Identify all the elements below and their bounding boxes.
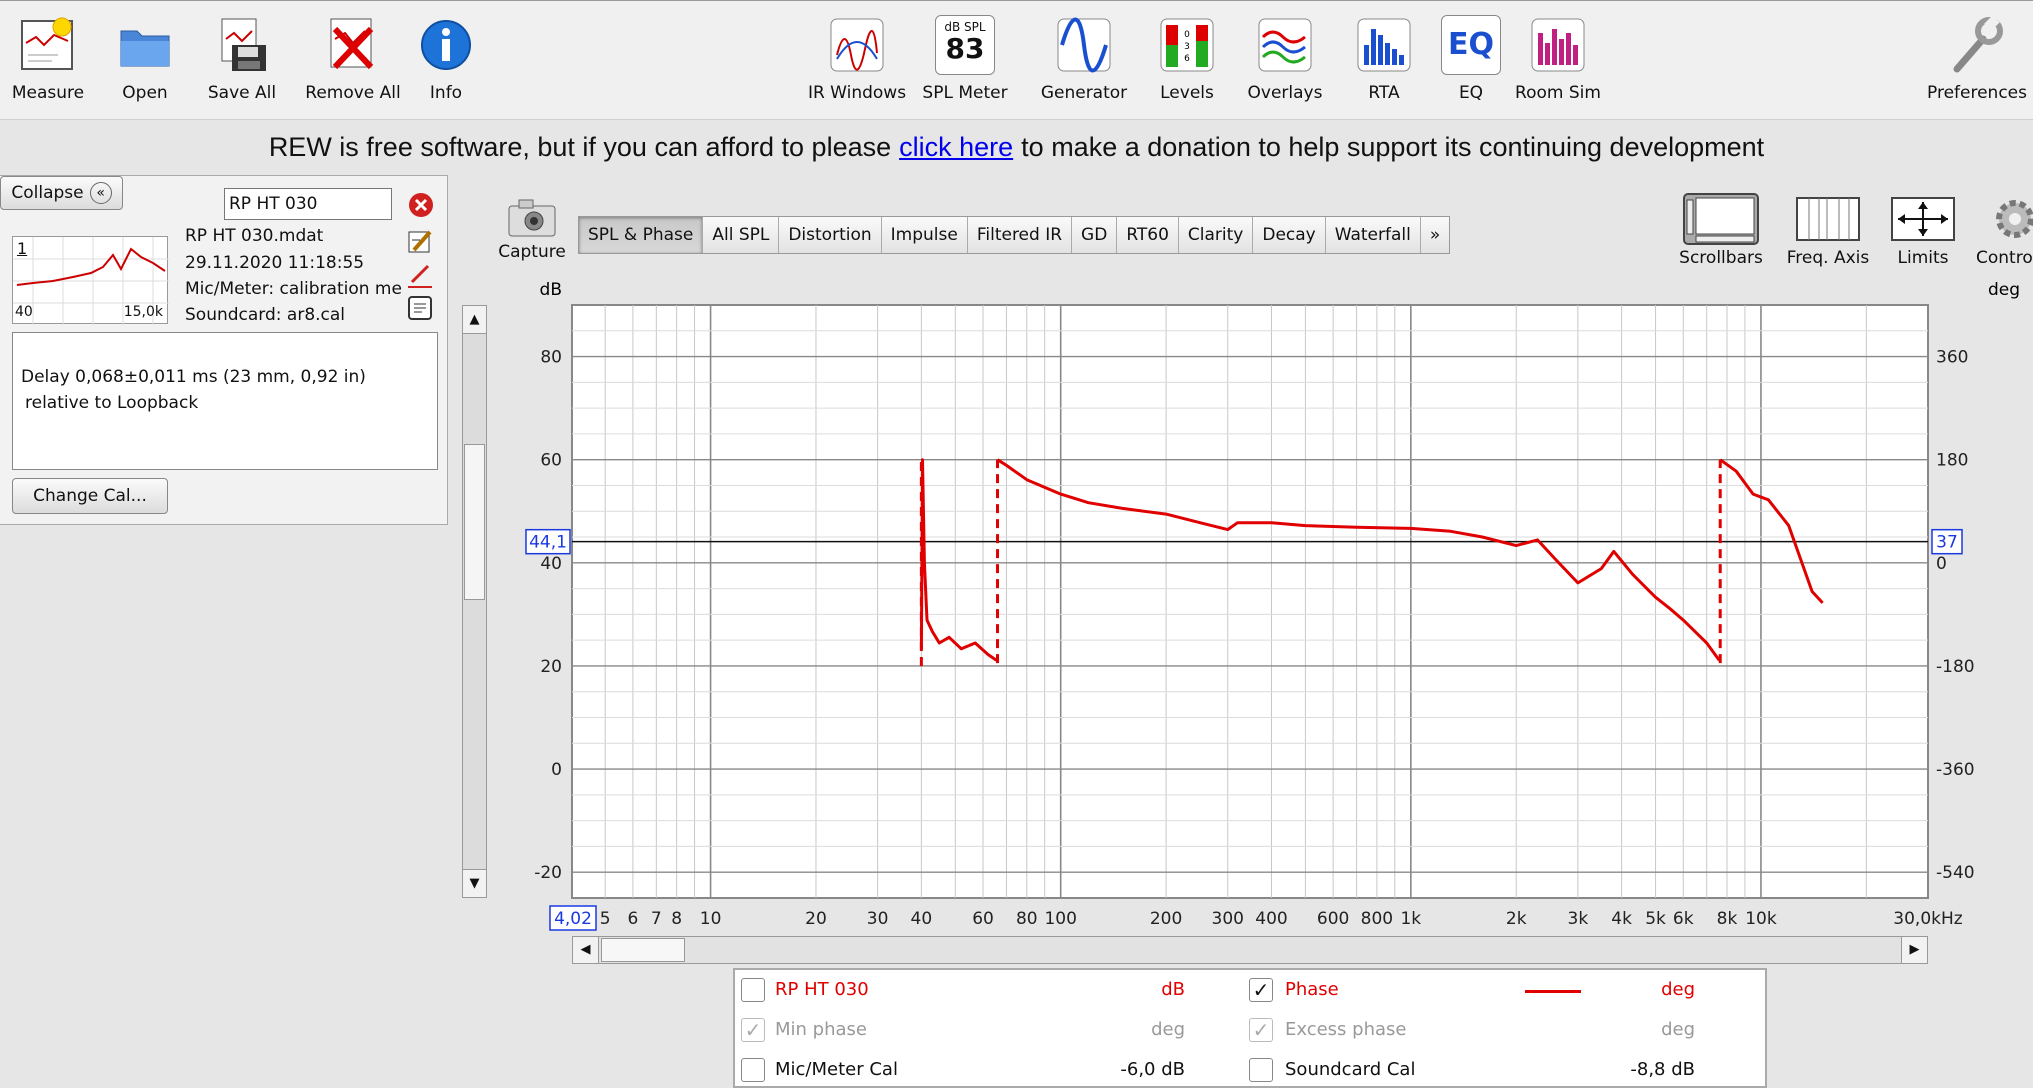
x-tick-label: 600 bbox=[1317, 909, 1349, 929]
horizontal-scrollbar[interactable]: ◀ ▶ bbox=[572, 936, 1928, 964]
legend-unit-left: deg bbox=[1151, 1019, 1185, 1040]
legend-checkbox-left[interactable]: ✓ bbox=[741, 1018, 765, 1042]
legend-unit-left: -6,0 dB bbox=[1120, 1059, 1185, 1080]
x-tick-label: 5k bbox=[1645, 909, 1666, 929]
x-tick-label: 30 bbox=[867, 909, 889, 929]
legend-checkbox-right[interactable]: ✓ bbox=[1249, 978, 1273, 1002]
legend-label-right: Excess phase bbox=[1285, 1019, 1407, 1040]
x-tick-label: 6k bbox=[1673, 909, 1694, 929]
y-tick-label: 40 bbox=[540, 554, 562, 574]
legend-unit-right: -8,8 dB bbox=[1630, 1059, 1695, 1080]
x-tick-label: 10 bbox=[700, 909, 722, 929]
spl-phase-chart[interactable]: dB deg 806040200-203601800-180-360-5405 6… bbox=[0, 0, 2033, 1088]
y2-tick-label: 180 bbox=[1936, 451, 1968, 471]
legend-label-right: Soundcard Cal bbox=[1285, 1059, 1416, 1080]
x-tick-label: 800 bbox=[1361, 909, 1393, 929]
legend-unit-right: deg bbox=[1661, 1019, 1695, 1040]
legend-label-left: Mic/Meter Cal bbox=[775, 1059, 898, 1080]
y2-axis-label: deg bbox=[1988, 280, 2020, 300]
x-tick-label: 3k bbox=[1568, 909, 1589, 929]
x-tick-label: 80 bbox=[1016, 909, 1038, 929]
x-tick-label: 5 bbox=[600, 909, 611, 929]
x-tick-label: 30,0kHz bbox=[1893, 909, 1962, 929]
cursor-y2-label: 37 bbox=[1936, 533, 1958, 553]
y-axis-label: dB bbox=[540, 280, 562, 300]
plot-area[interactable] bbox=[571, 304, 1929, 899]
scroll-right-arrow[interactable]: ▶ bbox=[1901, 937, 1927, 963]
legend-checkbox-right[interactable]: ✓ bbox=[1249, 1018, 1273, 1042]
y2-tick-label: 360 bbox=[1936, 348, 1968, 368]
y-tick-label: -20 bbox=[534, 863, 562, 883]
legend-checkbox-left[interactable] bbox=[741, 978, 765, 1002]
y-tick-label: 80 bbox=[540, 348, 562, 368]
scroll-left-arrow[interactable]: ◀ bbox=[573, 937, 599, 963]
x-tick-label: 7 bbox=[651, 909, 662, 929]
x-tick-label: 10k bbox=[1745, 909, 1777, 929]
phase-line-swatch bbox=[1525, 990, 1581, 993]
x-tick-label: 60 bbox=[972, 909, 994, 929]
legend-label-right: Phase bbox=[1285, 979, 1339, 1000]
y-tick-label: 20 bbox=[540, 657, 562, 677]
x-tick-label: 8 bbox=[671, 909, 682, 929]
x-tick-label: 8k bbox=[1717, 909, 1738, 929]
cursor-y-label: 44,1 bbox=[529, 533, 567, 553]
x-tick-label: 100 bbox=[1044, 909, 1076, 929]
legend-unit-left: dB bbox=[1161, 979, 1185, 1000]
legend-checkbox-left[interactable] bbox=[741, 1058, 765, 1082]
legend-checkbox-right[interactable] bbox=[1249, 1058, 1273, 1082]
legend-label-left: Min phase bbox=[775, 1019, 867, 1040]
legend-label-left: RP HT 030 bbox=[775, 979, 869, 1000]
x-tick-label: 300 bbox=[1212, 909, 1244, 929]
y2-tick-label: -360 bbox=[1936, 760, 1975, 780]
trace-legend: RP HT 030 dB ✓ Phase deg ✓ Min phase deg ✓ Excess… bbox=[733, 968, 1767, 1088]
x-tick-label: 4k bbox=[1611, 909, 1632, 929]
legend-unit-right: deg bbox=[1661, 979, 1695, 1000]
x-tick-label: 6 bbox=[627, 909, 638, 929]
x-tick-label: 20 bbox=[805, 909, 827, 929]
x-tick-label: 1k bbox=[1400, 909, 1421, 929]
x-tick-label: 200 bbox=[1150, 909, 1182, 929]
y-tick-label: 0 bbox=[551, 760, 562, 780]
x-start-label: 4,02 bbox=[554, 909, 592, 929]
x-tick-label: 400 bbox=[1255, 909, 1287, 929]
hscroll-thumb[interactable] bbox=[601, 938, 685, 962]
y2-tick-label: -540 bbox=[1936, 863, 1975, 883]
x-tick-label: 2k bbox=[1506, 909, 1527, 929]
y2-tick-label: 0 bbox=[1936, 554, 1947, 574]
y-tick-label: 60 bbox=[540, 451, 562, 471]
x-tick-label: 40 bbox=[911, 909, 933, 929]
y2-tick-label: -180 bbox=[1936, 657, 1975, 677]
